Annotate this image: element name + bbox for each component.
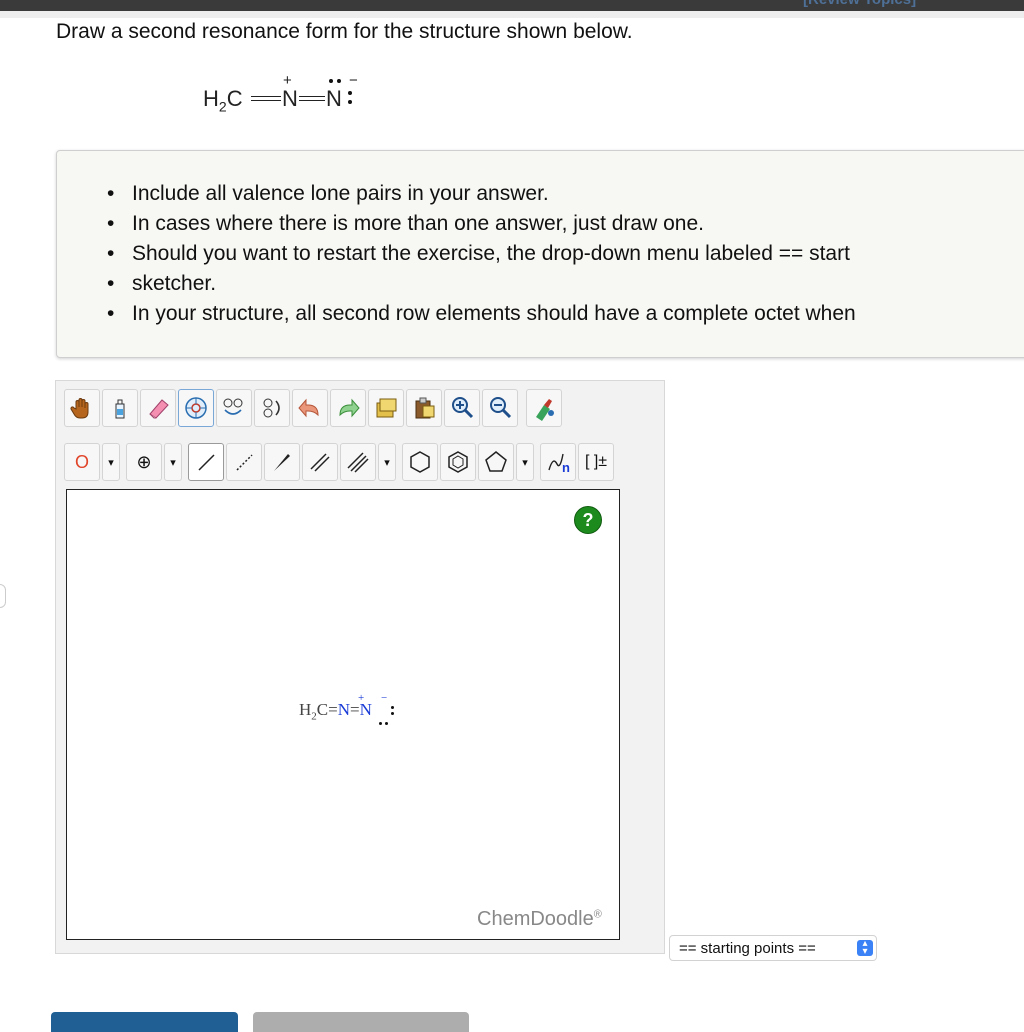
hexagon-icon [410,451,430,473]
redo-icon[interactable] [330,389,366,427]
lone-pair-dot [337,79,341,83]
select-updown-icon: ▴ ▾ [857,939,873,957]
instruction-item: Include all valence lone pairs in your a… [107,179,1024,209]
double-bond-2 [299,96,325,97]
canvas-bond-1: = [328,700,338,719]
bond-dropdown-chevron-icon[interactable]: ▾ [378,443,396,481]
triple-bond-icon [347,452,369,473]
top-bar-shade [0,11,1024,18]
canvas-lone-pair-dot [379,722,382,725]
side-handle[interactable] [0,584,6,608]
atom-label-tool[interactable]: O [64,443,100,481]
given-structure: H2C N + N − [203,72,383,118]
atom-dropdown-chevron-icon[interactable]: ▾ [102,443,120,481]
canvas-atom-n1: N [337,700,350,719]
charge-plus-icon: ⊕ [136,451,152,472]
chain-tool[interactable]: n [540,443,576,481]
chemdoodle-sketcher: O ▾ ⊕ ▾ ▾ ▾ n [ ]± ? H2C=N=N + − ChemDoo… [55,380,665,954]
hand-icon[interactable] [64,389,100,427]
canvas-lone-pair-dot [385,722,388,725]
review-topics-link[interactable]: [Review Topics] [803,0,916,8]
brackets-tool[interactable]: [ ]± [578,443,614,481]
canvas-lone-pair-dot [391,706,394,709]
ring-tool-icon[interactable] [216,389,252,427]
instructions-panel: Include all valence lone pairs in your a… [56,150,1024,358]
instructions-list: Include all valence lone pairs in your a… [107,179,1024,329]
double-bond-1b [251,100,281,101]
lone-pair-dot [348,100,352,104]
wedge-bond-tool[interactable] [264,443,300,481]
brackets-icon: [ ]± [584,453,608,470]
positive-charge: + [283,72,292,89]
ring-dropdown-chevron-icon[interactable]: ▾ [516,443,534,481]
structure-h2c: H2C [203,86,243,115]
structure-n-center: N [282,86,298,111]
chain-n-label: n [562,459,570,475]
starting-points-value: == starting points == [679,939,816,957]
watermark-text: ChemDoodle [477,908,594,930]
template-icon[interactable] [178,389,214,427]
single-bond-tool[interactable] [188,443,224,481]
chevron-down-icon: ▾ [522,456,528,469]
canvas-plus-charge: + [358,692,365,704]
cyclohexane-tool[interactable] [402,443,438,481]
benzene-tool[interactable] [440,443,476,481]
cyclopentane-tool[interactable] [478,443,514,481]
paste-icon[interactable] [406,389,442,427]
instruction-item: Should you want to restart the exercise,… [107,239,1024,269]
toolbar-row-1 [64,389,562,429]
zoom-out-icon[interactable] [482,389,518,427]
chemdoodle-watermark: ChemDoodle® [477,908,602,931]
canvas-molecule[interactable]: H2C=N=N + − [299,692,409,730]
canvas-minus-charge: − [381,692,388,704]
structure-n-terminal: N [326,86,342,111]
dashed-bond-tool[interactable] [226,443,262,481]
double-bond-1 [251,96,281,97]
charge-tool[interactable]: ⊕ [126,443,162,481]
dashed-bond-icon [236,454,253,471]
drawing-canvas[interactable]: ? H2C=N=N + − ChemDoodle® [66,489,620,940]
lone-pair-dot [348,91,352,95]
atom-label-o: O [74,451,89,472]
zoom-in-icon[interactable] [444,389,480,427]
lone-pair-dot [329,79,333,83]
copy-icon[interactable] [368,389,404,427]
instruction-item: In your structure, all second row elemen… [107,299,1024,329]
help-button[interactable]: ? [574,506,602,534]
secondary-button[interactable] [253,1012,469,1032]
chevron-down-icon: ▾ [384,456,390,469]
charge-dropdown-chevron-icon[interactable]: ▾ [164,443,182,481]
starting-points-select[interactable]: == starting points == ▴ ▾ [669,935,877,961]
canvas-atom-c: C [316,700,329,719]
benzene-icon [448,451,468,473]
chevron-down-icon: ▾ [170,456,176,469]
pentagon-icon [485,451,507,472]
double-bond-icon [310,453,330,472]
canvas-atom-h: H [299,700,312,719]
instruction-item: In cases where there is more than one an… [107,209,1024,239]
undo-icon[interactable] [292,389,328,427]
wedge-bond-icon [274,454,290,471]
eraser-icon[interactable] [140,389,176,427]
instruction-item-continued: sketcher. [107,269,1024,299]
triple-bond-tool[interactable] [340,443,376,481]
lasso-icon[interactable] [102,389,138,427]
question-prompt: Draw a second resonance form for the str… [56,20,633,43]
canvas-lone-pair-dot [391,712,394,715]
toolbar-row-2: O ▾ ⊕ ▾ ▾ ▾ n [ ]± [64,443,614,483]
single-bond-icon [198,454,215,471]
double-bond-2b [299,100,325,101]
negative-charge: − [349,72,358,89]
submit-button[interactable] [51,1012,238,1032]
registered-mark: ® [593,908,602,921]
double-bond-tool[interactable] [302,443,338,481]
chevron-down-icon: ▾ [108,456,114,469]
clean-icon[interactable] [526,389,562,427]
rotate-icon[interactable] [254,389,290,427]
